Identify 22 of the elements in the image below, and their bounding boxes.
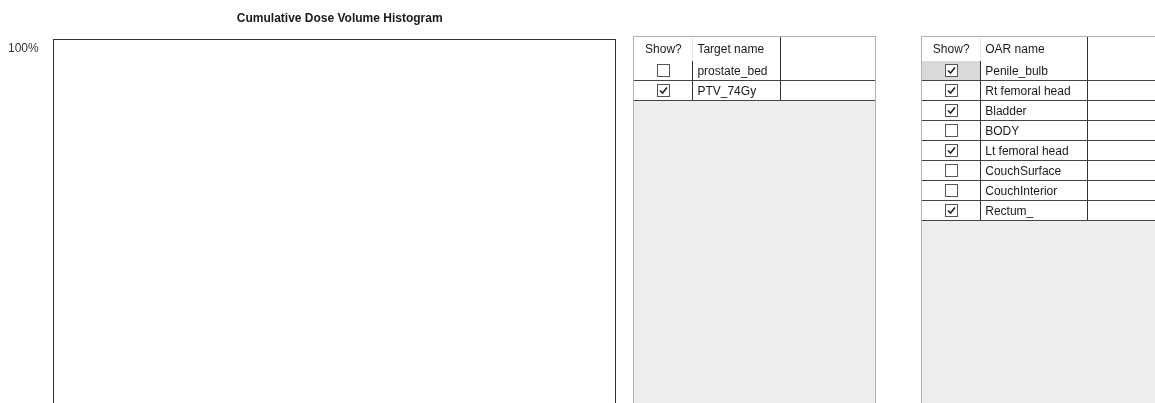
table-cell: Bladder: [981, 101, 1089, 120]
table-cell: Rt femoral head: [981, 81, 1089, 100]
checkbox[interactable]: [944, 184, 958, 197]
checkbox[interactable]: [944, 204, 958, 217]
table-cell: Penile_bulb: [981, 61, 1089, 80]
table-cell: prostate_bed: [693, 61, 782, 80]
table-cell: CouchInterior: [981, 181, 1089, 200]
checkbox[interactable]: [944, 124, 958, 137]
axis-label: 100%: [8, 41, 39, 55]
table-cell: Lt femoral head: [981, 141, 1089, 160]
checkbox[interactable]: [944, 84, 958, 97]
checkbox[interactable]: [944, 144, 958, 157]
checkbox[interactable]: [944, 164, 958, 177]
checkbox[interactable]: [944, 104, 958, 117]
checkbox[interactable]: [656, 84, 670, 97]
table-cell: BODY: [981, 121, 1089, 140]
table-cell: PTV_74Gy: [693, 81, 782, 100]
chart-title: Cumulative Dose Volume Histogram: [236, 11, 443, 25]
table-cell: CouchSurface: [981, 161, 1089, 180]
checkbox[interactable]: [656, 64, 670, 77]
table-cell: Rectum_: [981, 201, 1089, 220]
checkbox[interactable]: [944, 64, 958, 77]
